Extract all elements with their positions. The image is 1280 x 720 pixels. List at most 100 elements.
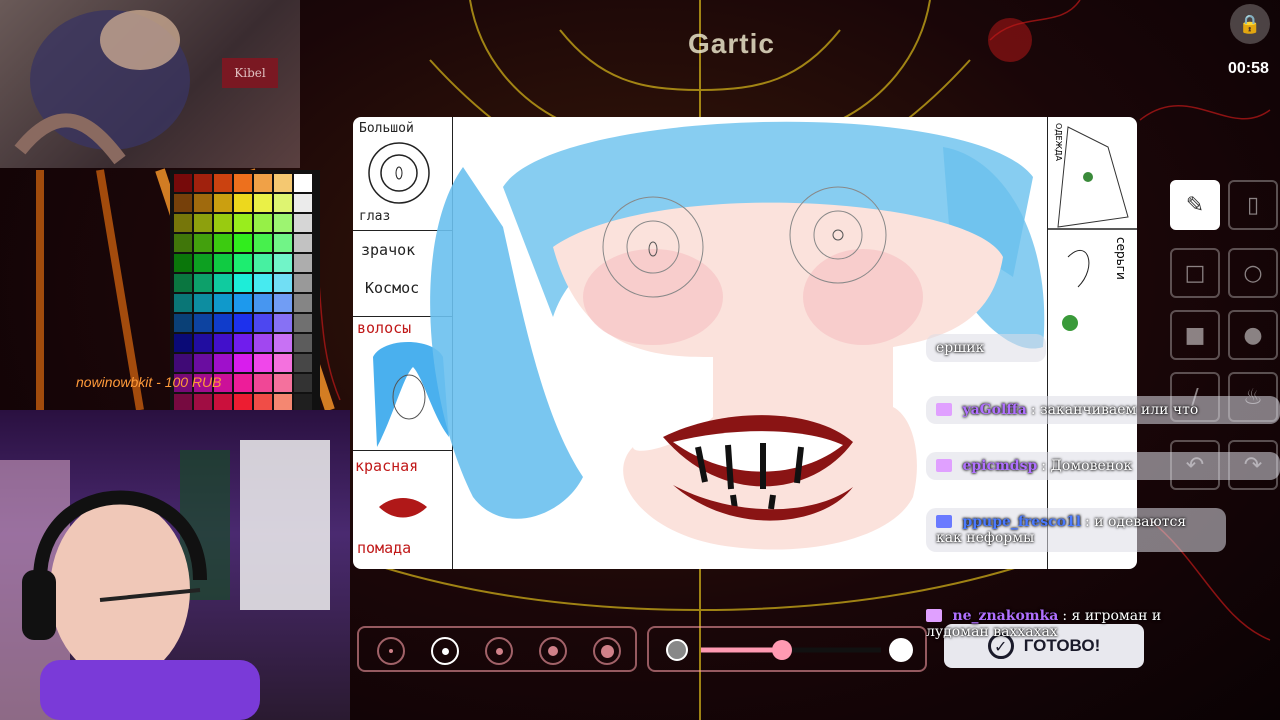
square-icon[interactable]: □ (1170, 248, 1220, 298)
palette-swatch (254, 394, 272, 412)
brush-size-3[interactable] (485, 637, 513, 665)
palette-swatch (234, 354, 252, 372)
stream-chat: ершик yaGolffa: заканчиваем или что epic… (926, 326, 1280, 686)
palette-swatch (174, 214, 192, 232)
palette-swatch (214, 234, 232, 252)
palette-swatch (294, 214, 312, 232)
ref-earrings-label: серьги (1114, 237, 1128, 280)
palette-swatch (174, 334, 192, 352)
sub-badge-icon (936, 515, 952, 528)
palette-swatch (254, 174, 272, 192)
palette-swatch (294, 354, 312, 372)
palette-swatch (294, 254, 312, 272)
palette-swatch (294, 234, 312, 252)
palette-swatch (274, 174, 292, 192)
palette-swatch (274, 234, 292, 252)
circle-icon[interactable]: ○ (1228, 248, 1278, 298)
chat-username[interactable]: epicmdsp (962, 458, 1037, 474)
palette-swatch (254, 374, 272, 392)
palette-swatch (194, 234, 212, 252)
palette-swatch (174, 234, 192, 252)
palette-swatch (254, 274, 272, 292)
palette-swatch (234, 174, 252, 192)
palette-swatch (194, 334, 212, 352)
chat-username[interactable]: ppupe_fresco1l (962, 514, 1081, 530)
palette-swatch (254, 354, 272, 372)
palette-swatch (214, 214, 232, 232)
chat-message-2: yaGolffa: заканчиваем или что (926, 396, 1280, 424)
palette-swatch (174, 254, 192, 272)
game-logo: Gartic (688, 28, 775, 59)
palette-swatch (254, 234, 272, 252)
round-timer: 00:58 (1228, 60, 1269, 77)
chat-username[interactable]: ne_znakomka (952, 608, 1058, 624)
palette-swatch (174, 174, 192, 192)
palette-swatch (174, 394, 192, 412)
palette-swatch (194, 214, 212, 232)
sub-badge-icon (926, 609, 942, 622)
palette-swatch (214, 354, 232, 372)
palette-swatch (274, 354, 292, 372)
palette-swatch (234, 254, 252, 272)
overlay-tag: Kibel (222, 58, 278, 88)
brush-size-2[interactable] (431, 637, 459, 665)
palette-swatch (194, 314, 212, 332)
palette-swatch (174, 194, 192, 212)
palette-swatch (174, 274, 192, 292)
chat-message-5: ne_znakomka: я игроман и лудоман ваххаха… (926, 608, 1162, 640)
chat-message-3: epicmdsp: Домовенок (926, 452, 1280, 480)
chat-text: ершик (936, 340, 985, 356)
palette-swatch (194, 394, 212, 412)
chat-message-1: ершик (926, 334, 1046, 362)
opacity-slider-panel (647, 626, 927, 672)
palette-swatch (274, 194, 292, 212)
brush-size-selector (357, 626, 637, 672)
palette-swatch (294, 294, 312, 312)
palette-swatch (294, 274, 312, 292)
palette-swatch (274, 274, 292, 292)
palette-swatch (174, 294, 192, 312)
palette-swatch (214, 394, 232, 412)
palette-swatch (214, 314, 232, 332)
palette-swatch (214, 194, 232, 212)
brush-size-1[interactable] (377, 637, 405, 665)
palette-swatch (254, 314, 272, 332)
palette-swatch (214, 254, 232, 272)
palette-swatch (234, 274, 252, 292)
palette-swatch (194, 194, 212, 212)
chat-text: Домовенок (1050, 458, 1133, 474)
palette-swatch (254, 334, 272, 352)
palette-swatch (274, 374, 292, 392)
palette-swatch (214, 334, 232, 352)
palette-swatch (194, 254, 212, 272)
brush-size-4[interactable] (539, 637, 567, 665)
palette-swatch (274, 334, 292, 352)
palette-swatch (214, 274, 232, 292)
palette-swatch (214, 174, 232, 192)
palette-swatch (294, 374, 312, 392)
pencil-icon[interactable]: ✎ (1170, 180, 1220, 230)
lock-icon[interactable]: 🔒 (1230, 4, 1270, 44)
palette-swatch (294, 394, 312, 412)
palette-swatch (174, 354, 192, 372)
palette-swatch (254, 214, 272, 232)
palette-swatch (194, 274, 212, 292)
palette-swatch (274, 314, 292, 332)
palette-swatch (234, 214, 252, 232)
opacity-slider[interactable] (649, 628, 929, 674)
stream-overlay-video: Kibel (0, 0, 300, 168)
palette-swatch (294, 194, 312, 212)
palette-swatch (194, 174, 212, 192)
palette-swatch (274, 394, 292, 412)
eraser-icon[interactable]: ▯ (1228, 180, 1278, 230)
chat-text: заканчиваем или что (1040, 402, 1199, 418)
chat-message-4: ppupe_fresco1l: и одеваются как неформы (926, 508, 1226, 552)
palette-swatch (234, 374, 252, 392)
chat-username[interactable]: yaGolffa (962, 402, 1026, 418)
palette-swatch (294, 334, 312, 352)
palette-swatch (174, 314, 192, 332)
palette-swatch (274, 254, 292, 272)
brush-size-5[interactable] (593, 637, 621, 665)
palette-swatch (254, 194, 272, 212)
palette-swatch (274, 214, 292, 232)
